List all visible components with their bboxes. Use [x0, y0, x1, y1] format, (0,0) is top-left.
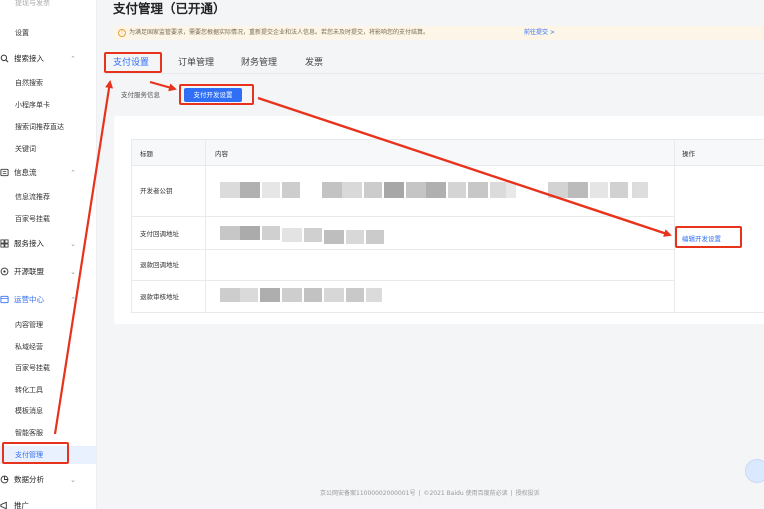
arrow-tab-to-subtab	[149, 81, 177, 92]
arrow-subtab-to-edit	[257, 96, 672, 237]
arrow-sidebar-to-tab	[53, 80, 114, 435]
annotation-arrows	[53, 80, 672, 435]
